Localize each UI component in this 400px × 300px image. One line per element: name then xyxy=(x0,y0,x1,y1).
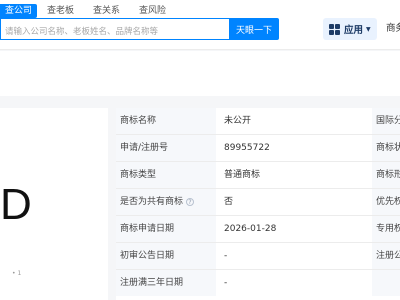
caret-down-icon: ▼ xyxy=(366,25,371,33)
trademark-image-card: D • 1 xyxy=(0,108,108,300)
table-row: 注册满三年日期 - xyxy=(116,269,400,296)
row-label-secondary: 优先权日期 xyxy=(372,189,400,215)
row-value: 否 xyxy=(224,197,234,207)
trademark-info-table: 商标名称 未公开 国际分类 申请/注册号 89955722 商标状态 商标类型 … xyxy=(116,108,400,300)
table-row: 申请/注册号 89955722 商标状态 xyxy=(116,134,400,161)
row-value: - xyxy=(224,278,228,288)
search-box xyxy=(0,18,230,42)
search-button[interactable]: 天眼一下 xyxy=(229,18,279,40)
image-pager[interactable]: • 1 xyxy=(12,270,21,277)
row-label: 注册满三年日期 xyxy=(116,270,216,296)
top-header: 查公司 查老板 查关系 查风险 天眼一下 应用 ▼ 商务 xyxy=(0,0,400,50)
row-label: 商标名称 xyxy=(116,108,216,134)
row-label-secondary xyxy=(372,270,400,296)
row-value: 2026-01-28 xyxy=(224,224,277,234)
row-label: 初审公告日期 xyxy=(116,243,216,269)
row-label-secondary: 商标状态 xyxy=(372,135,400,161)
commerce-link[interactable]: 商务 xyxy=(386,18,400,40)
row-label-with-help: 是否为共有商标? xyxy=(116,189,216,215)
table-row: 是否为共有商标? 否 优先权日期 xyxy=(116,188,400,215)
row-label-secondary: 国际分类 xyxy=(372,108,400,134)
row-label: 是否为共有商标 xyxy=(120,197,184,207)
row-label: 商标类型 xyxy=(116,162,216,188)
row-value: 89955722 xyxy=(224,143,270,153)
row-label: 商标申请日期 xyxy=(116,216,216,242)
row-value: - xyxy=(224,251,228,261)
row-label-secondary: 商标形式 xyxy=(372,162,400,188)
row-value: 普通商标 xyxy=(224,170,261,180)
tab-boss[interactable]: 查老板 xyxy=(43,4,78,18)
table-row: 初审公告日期 - 注册公告日期 xyxy=(116,242,400,269)
trademark-image: D xyxy=(0,180,32,229)
apps-menu-button[interactable]: 应用 ▼ xyxy=(323,18,377,40)
table-row: 商标类型 普通商标 商标形式 xyxy=(116,161,400,188)
grid-icon xyxy=(329,23,340,35)
table-row: 商标申请日期 2026-01-28 专用权期限 xyxy=(116,215,400,242)
row-label-secondary: 专用权期限 xyxy=(372,216,400,242)
tab-relation[interactable]: 查关系 xyxy=(89,4,124,18)
row-label: 申请/注册号 xyxy=(116,135,216,161)
tab-risk[interactable]: 查风险 xyxy=(135,4,170,18)
row-label-secondary: 注册公告日期 xyxy=(372,243,400,269)
search-tabs: 查公司 查老板 查关系 查风险 xyxy=(0,4,170,18)
table-row: 商标名称 未公开 国际分类 xyxy=(116,108,400,134)
page-header-strip xyxy=(0,51,400,96)
help-icon[interactable]: ? xyxy=(186,198,195,206)
apps-menu-label: 应用 xyxy=(344,25,364,36)
tab-company[interactable]: 查公司 xyxy=(0,4,38,18)
search-input[interactable] xyxy=(1,22,230,42)
row-value: 未公开 xyxy=(224,116,252,126)
